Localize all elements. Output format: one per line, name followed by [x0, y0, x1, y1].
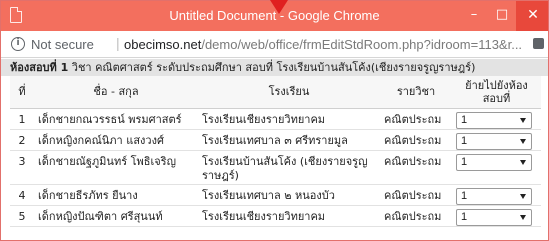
room-select-value: 1	[461, 155, 468, 168]
student-name: เด็กหญิงกคณ์นิภา แสงวงศ์	[34, 129, 198, 151]
table-row: 4 เด็กชายธีรภัทร ยืนาง โรงเรียนเทศบาล ๒ …	[10, 184, 541, 206]
subject: คณิตประถม	[380, 184, 452, 206]
room-select[interactable]: 1	[456, 132, 532, 150]
info-icon[interactable]: i	[11, 37, 25, 51]
school-name: โรงเรียนบ้านสันโค้ง (เชียงรายจรูญราษฎร์)	[198, 150, 380, 185]
address-bar[interactable]: i Not secure | obecimso.net/demo/web/off…	[1, 31, 548, 58]
subject: คณิตประถม	[380, 129, 452, 151]
student-table: ที่ ชื่อ - สกุล โรงเรียน รายวิชา ย้ายไปย…	[10, 76, 541, 227]
table-row: 1 เด็กชายกณวรรธน์ พรมศาสตร์ โรงเรียนเชีย…	[10, 108, 541, 130]
chevron-down-icon	[520, 138, 526, 144]
student-name: เด็กชายณัฐภูมินทร์ โพธิเจริญ	[34, 150, 198, 185]
url-domain: obecimso.net	[124, 37, 202, 52]
table-row: 2 เด็กหญิงกคณ์นิภา แสงวงศ์ โรงเรียนเทศบา…	[10, 129, 541, 151]
room-select-value: 1	[461, 134, 468, 147]
table-row: 5 เด็กหญิงปัณฑิตา ศรีสุนนท์ โรงเรียนเชีย…	[10, 205, 541, 227]
subject: คณิตประถม	[380, 150, 452, 185]
url-path: /demo/web/office/frmEditStdRoom.php?idro…	[201, 37, 523, 52]
column-header-name: ชื่อ - สกุล	[34, 76, 198, 109]
security-status[interactable]: Not secure	[31, 37, 94, 52]
room-select-value: 1	[461, 210, 468, 223]
row-number: 5	[10, 205, 34, 227]
column-header-move-room: ย้ายไปยังห้องสอบที่	[452, 76, 541, 109]
row-number: 1	[10, 108, 34, 130]
room-select-value: 1	[461, 113, 468, 126]
column-header-no: ที่	[10, 76, 34, 109]
student-name: เด็กหญิงปัณฑิตา ศรีสุนนท์	[34, 205, 198, 227]
school-name: โรงเรียนเทศบาล ๓ ศรีทรายมูล	[198, 129, 380, 151]
school-name: โรงเรียนเชียงรายวิทยาคม	[198, 205, 380, 227]
room-select-value: 1	[461, 189, 468, 202]
page-content: ห้องสอบที่ 1 วิชา คณิตศาสตร์ ระดับประถมศ…	[1, 59, 548, 227]
browser-window: Untitled Document - Google Chrome – □ ✕ …	[0, 0, 549, 241]
room-select[interactable]: 1	[456, 153, 532, 171]
room-label: ห้องสอบที่ 1	[10, 61, 69, 74]
maximize-button[interactable]: □	[488, 1, 516, 31]
red-arrow-pointer	[270, 0, 288, 14]
room-details: วิชา คณิตศาสตร์ ระดับประถมศึกษา สอบที่ โ…	[68, 61, 476, 74]
row-number: 3	[10, 150, 34, 185]
extension-icon[interactable]	[533, 38, 544, 49]
chevron-down-icon	[520, 214, 526, 220]
school-name: โรงเรียนเชียงรายวิทยาคม	[198, 108, 380, 130]
column-header-subject: รายวิชา	[380, 76, 452, 109]
address-separator: |	[116, 35, 120, 51]
chevron-down-icon	[520, 117, 526, 123]
row-number: 4	[10, 184, 34, 206]
school-name: โรงเรียนเทศบาล ๒ หนองบัว	[198, 184, 380, 206]
room-select[interactable]: 1	[456, 111, 532, 129]
room-select[interactable]: 1	[456, 187, 532, 205]
subject: คณิตประถม	[380, 108, 452, 130]
table-header-row: ที่ ชื่อ - สกุล โรงเรียน รายวิชา ย้ายไปย…	[10, 76, 541, 109]
chevron-down-icon	[520, 159, 526, 165]
student-name: เด็กชายกณวรรธน์ พรมศาสตร์	[34, 108, 198, 130]
close-button[interactable]: ✕	[516, 1, 548, 31]
subject: คณิตประถม	[380, 205, 452, 227]
table-row: 3 เด็กชายณัฐภูมินทร์ โพธิเจริญ โรงเรียนบ…	[10, 150, 541, 185]
room-heading: ห้องสอบที่ 1 วิชา คณิตศาสตร์ ระดับประถมศ…	[1, 59, 548, 76]
column-header-school: โรงเรียน	[198, 76, 380, 109]
url-text[interactable]: obecimso.net/demo/web/office/frmEditStdR…	[124, 37, 522, 52]
student-name: เด็กชายธีรภัทร ยืนาง	[34, 184, 198, 206]
room-select[interactable]: 1	[456, 208, 532, 226]
minimize-button[interactable]: –	[460, 1, 488, 31]
row-number: 2	[10, 129, 34, 151]
chevron-down-icon	[520, 193, 526, 199]
